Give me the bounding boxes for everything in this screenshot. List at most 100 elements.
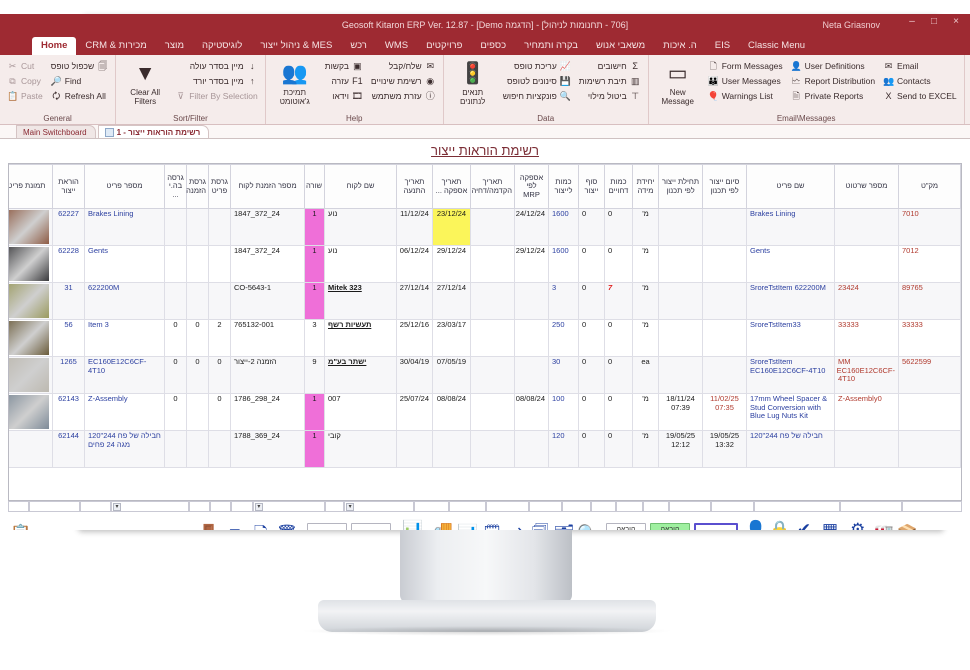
ribbon-tab-12[interactable]: EIS [706,37,739,55]
ribbon-item-3-0-0[interactable]: 📈 עריכת טופס [501,59,573,73]
filter-cell-11[interactable] [449,501,486,512]
chevron-down-icon[interactable]: ▾ [346,503,355,511]
grid-cell-10[interactable] [470,319,515,357]
command-box-0[interactable]: שינוי במגה [306,522,347,530]
grid-cell-8[interactable]: 3 [548,282,579,320]
grid-cell-19[interactable]: Brakes Lining [84,208,165,246]
grid-cell-21[interactable] [9,319,53,357]
grid-cell-9[interactable] [514,430,549,468]
grid-cell-5[interactable]: מ' [632,282,659,320]
ribbon-tab-0[interactable]: Home [32,37,77,55]
grid-header-19[interactable]: מספר פריט [84,164,165,209]
ribbon-item-0-0-0[interactable]: ✂ Cut [5,59,45,73]
mid-button-3[interactable]: 🗒 [481,519,503,530]
grid-cell-18[interactable] [164,245,187,283]
ribbon-item-2-1-0[interactable]: ✉ שלח/קבל [369,59,438,73]
grid-cell-2[interactable]: SroreTstItem33 [746,319,835,357]
mid-button-2[interactable]: 📊 [457,519,479,530]
grid-header-21[interactable]: תמונת פריט [9,164,53,209]
grid-cell-7[interactable]: 0 [578,356,605,394]
ribbon-tab-13[interactable]: Classic Menu [739,37,814,55]
minimize-icon[interactable]: – [906,16,918,28]
grid-header-7[interactable]: סוף ייצור [578,164,605,209]
item-thumbnail[interactable] [9,358,49,392]
grid-cell-11[interactable]: 29/12/24 [432,245,471,283]
ribbon-tab-6[interactable]: WMS [376,37,417,55]
grid-cell-3[interactable] [702,245,747,283]
grid-cell-21[interactable] [9,282,53,320]
table-row[interactable]: 33333 33333 SroreTstItem33 מ' 0 0 250 23/03/17 2… [9,319,961,357]
grid-cell-3[interactable]: 11/02/25 07:35 [702,393,747,431]
grid-cell-15[interactable]: הזמנה 2-ייצור [230,356,305,394]
grid-cell-2[interactable]: Brakes Lining [746,208,835,246]
filter-cell-13[interactable]: ▾ [344,501,415,512]
grid-cell-6[interactable]: 0 [604,356,633,394]
ribbon-tab-1[interactable]: CRM & מכירות [76,37,155,55]
grid-cell-12[interactable]: 06/12/24 [396,245,433,283]
status-box-2[interactable]: Doc Fold [694,522,738,530]
ribbon-big-button-2[interactable]: 👥 תמיכת ג'אוטומט [271,59,319,106]
grid-cell-1[interactable] [834,208,899,246]
grid-cell-13[interactable]: תעשיות רשף [324,319,397,357]
grid-cell-14[interactable]: 9 [304,356,325,394]
grid-cell-15[interactable]: 765132-001 [230,319,305,357]
grid-header-0[interactable]: מק"ט [898,164,961,209]
grid-cell-2[interactable]: SroreTstItem 622200M [746,282,835,320]
grid-cell-19[interactable]: 622200M [84,282,165,320]
grid-header-10[interactable]: תאריך הקדמה/דחיה [470,164,515,209]
grid-cell-16[interactable] [208,245,231,283]
grid-cell-15[interactable]: 24_369_1788 [230,430,305,468]
grid-cell-8[interactable]: 30 [548,356,579,394]
grid-cell-12[interactable]: 27/12/14 [396,282,433,320]
ribbon-tab-9[interactable]: בקרה ותמחיר [515,37,587,55]
grid-cell-5[interactable]: מ' [632,319,659,357]
grid-cell-5[interactable]: מ' [632,430,659,468]
grid-cell-3[interactable]: 19/05/25 13:32 [702,430,747,468]
grid-cell-4[interactable] [658,245,703,283]
filter-cell-22[interactable] [7,501,30,512]
filter-cell-4[interactable] [668,501,712,512]
grid-cell-4[interactable] [658,319,703,357]
grid-cell-11[interactable] [432,430,471,468]
grid-header-15[interactable]: מספר הזמנת לקוח [230,164,305,209]
grid-cell-10[interactable] [470,356,515,394]
grid-header-20[interactable]: הוראת ייצור [52,164,85,209]
item-thumbnail[interactable] [9,321,49,355]
ribbon-big-button-3[interactable]: 🚦 תנאים לנתונים [449,59,497,106]
grid-cell-6[interactable]: 0 [604,319,633,357]
grid-cell-15[interactable]: 24_372_1847 [230,245,305,283]
ribbon-item-2-1-2[interactable]: ⓘ עזרת משתמש [369,89,438,103]
grid-cell-12[interactable]: 11/12/24 [396,208,433,246]
filter-cell-20[interactable] [79,501,111,512]
grid-cell-7[interactable]: 0 [578,245,605,283]
command-link-0[interactable]: עדכון סטטוסים [35,529,82,530]
grid-cell-13[interactable]: ישתר בע"מ [324,356,397,394]
grid-header-6[interactable]: כמות דחויים [604,164,633,209]
grid-cell-11[interactable]: 23/03/17 [432,319,471,357]
grid-cell-7[interactable]: 0 [578,319,605,357]
grid-cell-11[interactable]: 08/08/24 [432,393,471,431]
grid-cell-5[interactable]: מ' [632,208,659,246]
ribbon-tab-11[interactable]: ה. איכות [654,37,706,55]
grid-cell-9[interactable] [514,319,549,357]
grid-cell-13[interactable]: Mitek 323 [324,282,397,320]
grid-cell-0[interactable]: 7012 [898,245,961,283]
grid-cell-7[interactable]: 0 [578,430,605,468]
new-record-button[interactable]: 🗋 [250,519,272,530]
right-button-0[interactable]: 👤T A G [745,519,767,530]
filter-cell-6[interactable] [616,501,644,512]
ribbon-tab-10[interactable]: משאבי אנוש [587,37,654,55]
grid-cell-10[interactable] [470,245,515,283]
grid-cell-16[interactable] [208,430,231,468]
grid-cell-20[interactable]: 62228 [52,245,85,283]
grid-cell-13[interactable]: נוע [324,245,397,283]
filter-cell-8[interactable] [561,501,591,512]
grid-cell-20[interactable]: 62227 [52,208,85,246]
grid-header-4[interactable]: תחילת ייצור לפי תכנון [658,164,703,209]
grid-cell-11[interactable]: 23/12/24 [432,208,471,246]
command-box-1[interactable]: דוח החזר [350,522,391,530]
grid-cell-20[interactable]: 31 [52,282,85,320]
grid-cell-4[interactable]: 18/11/24 07:39 [658,393,703,431]
filter-cell-14[interactable] [324,501,345,512]
grid-cell-6[interactable]: 7 [604,282,633,320]
